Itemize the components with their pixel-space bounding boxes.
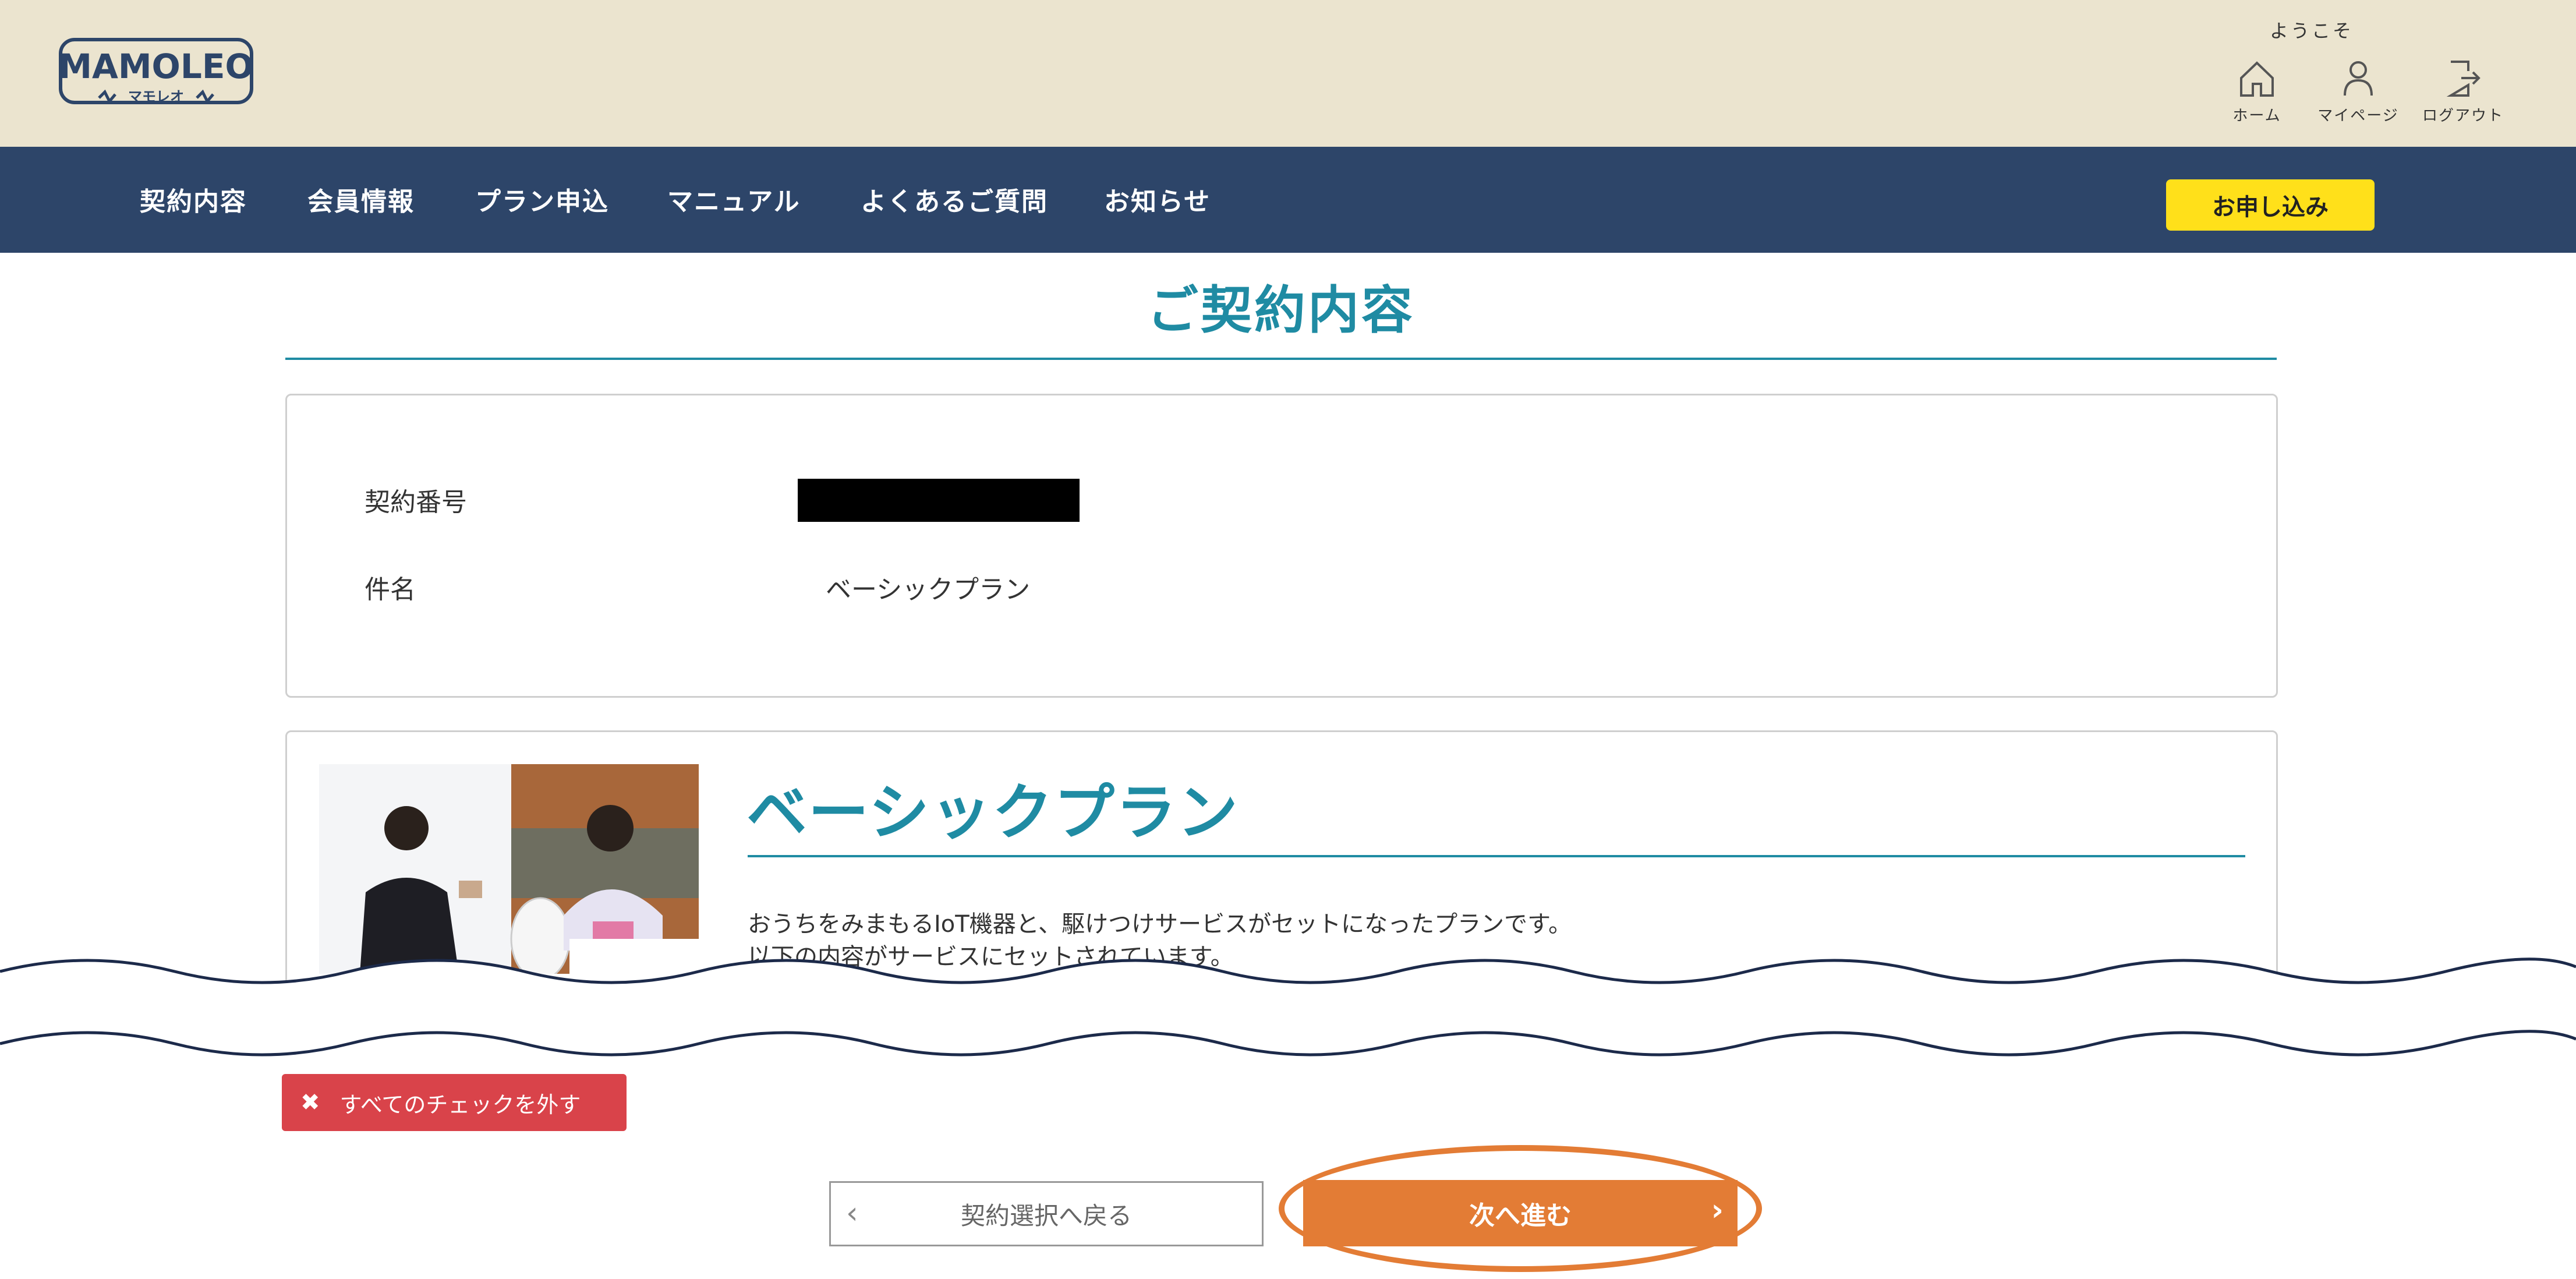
uncheck-all-label: すべてのチェックを外す — [339, 1091, 581, 1118]
plan-title: ベーシックプラン — [746, 777, 1239, 848]
uncheck-all-button[interactable]: ✖ すべてのチェックを外す — [282, 1074, 627, 1131]
contract-name-label: 件名 — [365, 575, 416, 605]
plan-description-line-1: おうちをみまもるIoT機器と、駆けつけサービスがセットになったプランです。 — [748, 911, 1572, 938]
welcome-text: ようこそ — [2270, 20, 2354, 42]
chevron-left-icon: ‹ — [846, 1196, 858, 1231]
nav-item-member-info[interactable]: 会員情報 — [307, 181, 415, 218]
header-logout-link[interactable]: ログアウト — [2411, 58, 2515, 125]
contract-info-card — [285, 394, 2278, 698]
omission-wave-break — [0, 958, 2576, 1059]
chevron-right-icon: › — [1711, 1193, 1724, 1228]
nav-item-news[interactable]: お知らせ — [1104, 181, 1211, 218]
header-home-link[interactable]: ホーム — [2205, 58, 2309, 125]
nav-item-manual[interactable]: マニュアル — [667, 181, 801, 218]
back-button-label: 契約選択へ戻る — [960, 1201, 1132, 1230]
logo-subtext: マモレオ — [128, 89, 184, 105]
next-button-label: 次へ進む — [1469, 1201, 1572, 1231]
home-label: ホーム — [2232, 107, 2281, 125]
close-icon: ✖ — [300, 1089, 320, 1116]
back-to-contract-select-button[interactable]: ‹ 契約選択へ戻る — [829, 1181, 1264, 1246]
logo-text: MAMOLEO — [58, 47, 254, 86]
logout-label: ログアウト — [2422, 107, 2504, 125]
next-button[interactable]: 次へ進む › — [1303, 1180, 1738, 1246]
plan-photo — [319, 764, 699, 974]
mypage-label: マイページ — [2317, 107, 2399, 125]
home-icon — [2240, 61, 2274, 97]
mamoleo-logo[interactable]: MAMOLEO マモレオ — [58, 37, 254, 108]
page-title: ご契約内容 — [1147, 280, 1415, 340]
plan-title-divider — [748, 855, 2245, 857]
nav-item-faq[interactable]: よくあるご質問 — [861, 181, 1048, 218]
apply-button[interactable]: お申し込み — [2166, 179, 2375, 231]
nav-item-plan-apply[interactable]: プラン申込 — [475, 181, 609, 218]
header-mypage-link[interactable]: マイページ — [2306, 58, 2411, 125]
top-header — [0, 0, 2576, 147]
logout-icon — [2446, 61, 2481, 97]
user-icon — [2344, 61, 2373, 96]
nav-item-contract[interactable]: 契約内容 — [140, 181, 247, 218]
contract-name-value: ベーシックプラン — [826, 575, 1031, 605]
title-divider — [285, 358, 2277, 360]
contract-number-label: 契約番号 — [365, 487, 467, 517]
redacted-contract-number — [798, 479, 1080, 522]
